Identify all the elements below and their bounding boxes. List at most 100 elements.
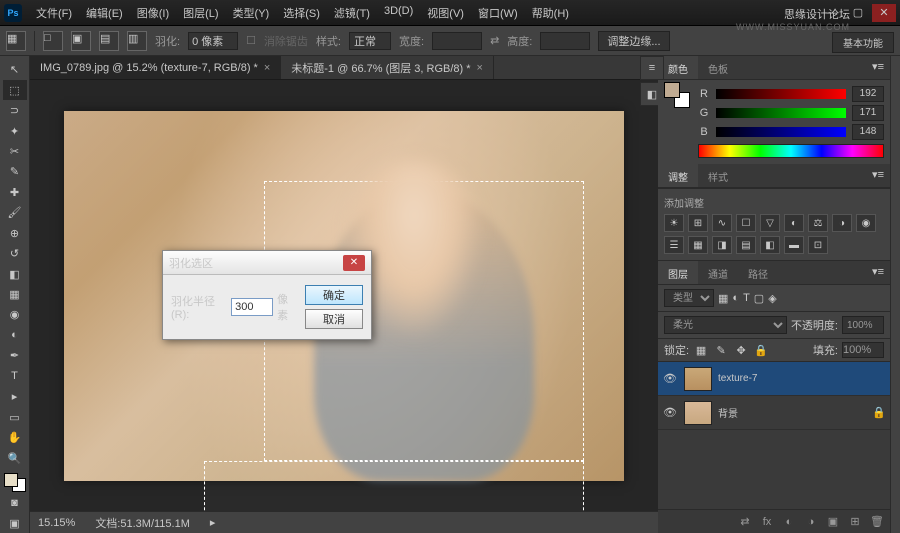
move-tool-icon[interactable]: ↖ xyxy=(3,60,27,79)
new-group-icon[interactable]: ▣ xyxy=(824,513,842,531)
dialog-title-bar[interactable]: 羽化选区 ✕ xyxy=(163,251,371,275)
paths-tab[interactable]: 路径 xyxy=(738,261,778,284)
spectrum-ramp[interactable] xyxy=(698,144,884,158)
brush-tool-icon[interactable]: 🖌 xyxy=(3,203,27,222)
layer-name[interactable]: 背景 xyxy=(718,405,866,420)
layer-filter-select[interactable]: 类型 xyxy=(664,289,714,307)
new-adj-layer-icon[interactable]: ◑ xyxy=(802,513,820,531)
r-slider[interactable] xyxy=(716,89,846,99)
path-select-tool-icon[interactable]: ▸ xyxy=(3,387,27,406)
channelmixer-adj-icon[interactable]: ☰ xyxy=(664,236,684,254)
colorlookup-adj-icon[interactable]: ▦ xyxy=(688,236,708,254)
tool-preset-icon[interactable]: ▦ xyxy=(6,31,26,51)
g-slider[interactable] xyxy=(716,108,846,118)
panel-menu-icon[interactable]: ▾≡ xyxy=(866,56,890,79)
blur-tool-icon[interactable]: ◉ xyxy=(3,305,27,324)
ok-button[interactable]: 确定 xyxy=(305,285,363,305)
filter-type-icon[interactable]: T xyxy=(743,292,750,304)
stamp-tool-icon[interactable]: ⊕ xyxy=(3,224,27,243)
hue-adj-icon[interactable]: ◐ xyxy=(784,214,804,232)
selectivecolor-adj-icon[interactable]: ⊡ xyxy=(808,236,828,254)
heal-tool-icon[interactable]: ✚ xyxy=(3,183,27,202)
swap-icon[interactable]: ⇄ xyxy=(490,34,499,47)
filter-pixel-icon[interactable]: ▦ xyxy=(718,292,728,305)
menu-help[interactable]: 帮助(H) xyxy=(526,1,575,25)
pen-tool-icon[interactable]: ✒ xyxy=(3,346,27,365)
menu-file[interactable]: 文件(F) xyxy=(30,1,78,25)
layer-mask-icon[interactable]: ◐ xyxy=(780,513,798,531)
visibility-icon[interactable]: 👁 xyxy=(662,406,678,419)
layer-row[interactable]: 👁 texture-7 xyxy=(658,362,890,396)
eyedropper-tool-icon[interactable]: ✎ xyxy=(3,162,27,181)
swatches-tab[interactable]: 色板 xyxy=(698,56,738,79)
marquee-tool-icon[interactable]: ⬚ xyxy=(3,80,27,99)
blend-mode-select[interactable]: 柔光 xyxy=(664,316,787,334)
screenmode-icon[interactable]: ▣ xyxy=(3,514,27,533)
marquee-mode-new-icon[interactable]: □ xyxy=(43,31,63,51)
foreground-background-swatch[interactable] xyxy=(664,82,690,108)
cancel-button[interactable]: 取消 xyxy=(305,309,363,329)
filter-smart-icon[interactable]: ◈ xyxy=(768,292,776,305)
crop-tool-icon[interactable]: ✂ xyxy=(3,142,27,161)
menu-window[interactable]: 窗口(W) xyxy=(472,1,524,25)
shape-tool-icon[interactable]: ▭ xyxy=(3,407,27,426)
lock-all-icon[interactable]: 🔒 xyxy=(753,342,769,358)
marquee-mode-int-icon[interactable]: ▥ xyxy=(127,31,147,51)
type-tool-icon[interactable]: T xyxy=(3,367,27,386)
color-swatch[interactable] xyxy=(4,473,26,492)
menu-select[interactable]: 选择(S) xyxy=(277,1,326,25)
doc-tab-1[interactable]: IMG_0789.jpg @ 15.2% (texture-7, RGB/8) … xyxy=(30,56,281,79)
gradient-tool-icon[interactable]: ▦ xyxy=(3,285,27,304)
width-input[interactable] xyxy=(432,32,482,50)
r-value[interactable]: 192 xyxy=(852,86,884,102)
close-tab-icon[interactable]: × xyxy=(477,62,483,74)
marquee-mode-add-icon[interactable]: ▣ xyxy=(71,31,91,51)
delete-layer-icon[interactable]: 🗑 xyxy=(868,513,886,531)
link-layers-icon[interactable]: ⇄ xyxy=(736,513,754,531)
menu-3d[interactable]: 3D(D) xyxy=(378,1,419,25)
lock-pixels-icon[interactable]: ✎ xyxy=(713,342,729,358)
adjustments-tab[interactable]: 调整 xyxy=(658,164,698,187)
posterize-adj-icon[interactable]: ▤ xyxy=(736,236,756,254)
zoom-level[interactable]: 15.15% xyxy=(38,517,75,529)
vibrance-adj-icon[interactable]: ▽ xyxy=(760,214,780,232)
new-layer-icon[interactable]: ⊞ xyxy=(846,513,864,531)
quickmask-icon[interactable]: ◙ xyxy=(3,493,27,512)
menu-layer[interactable]: 图层(L) xyxy=(177,1,224,25)
menu-view[interactable]: 视图(V) xyxy=(421,1,470,25)
exposure-adj-icon[interactable]: ☐ xyxy=(736,214,756,232)
layer-row[interactable]: 👁 背景 🔒 xyxy=(658,396,890,430)
visibility-icon[interactable]: 👁 xyxy=(662,372,678,385)
brightness-adj-icon[interactable]: ☀ xyxy=(664,214,684,232)
layer-thumb[interactable] xyxy=(684,367,712,391)
status-arrow-icon[interactable]: ▸ xyxy=(210,516,216,529)
g-value[interactable]: 171 xyxy=(852,105,884,121)
hand-tool-icon[interactable]: ✋ xyxy=(3,428,27,447)
history-brush-tool-icon[interactable]: ↺ xyxy=(3,244,27,263)
opacity-input[interactable] xyxy=(842,316,884,334)
refine-edge-button[interactable]: 调整边缘... xyxy=(598,31,669,51)
gradientmap-adj-icon[interactable]: ▬ xyxy=(784,236,804,254)
panel-menu-icon[interactable]: ▾≡ xyxy=(866,164,890,187)
levels-adj-icon[interactable]: ⊞ xyxy=(688,214,708,232)
dodge-tool-icon[interactable]: ◐ xyxy=(3,326,27,345)
photofilter-adj-icon[interactable]: ◉ xyxy=(856,214,876,232)
panel-menu-icon[interactable]: ▾≡ xyxy=(866,261,890,284)
layer-fx-icon[interactable]: fx xyxy=(758,513,776,531)
eraser-tool-icon[interactable]: ◧ xyxy=(3,264,27,283)
filter-shape-icon[interactable]: ▢ xyxy=(754,292,764,305)
wand-tool-icon[interactable]: ✦ xyxy=(3,121,27,140)
zoom-tool-icon[interactable]: 🔍 xyxy=(3,448,27,467)
lock-position-icon[interactable]: ✥ xyxy=(733,342,749,358)
close-icon[interactable]: ✕ xyxy=(872,4,896,22)
feather-input[interactable]: 0 像素 xyxy=(188,32,238,50)
bw-adj-icon[interactable]: ◑ xyxy=(832,214,852,232)
lasso-tool-icon[interactable]: ⊃ xyxy=(3,101,27,120)
layer-thumb[interactable] xyxy=(684,401,712,425)
menu-filter[interactable]: 滤镜(T) xyxy=(328,1,376,25)
history-panel-icon[interactable]: ≡ xyxy=(640,56,664,80)
styles-tab[interactable]: 样式 xyxy=(698,164,738,187)
colorbalance-adj-icon[interactable]: ⚖ xyxy=(808,214,828,232)
layer-name[interactable]: texture-7 xyxy=(718,373,886,384)
channels-tab[interactable]: 通道 xyxy=(698,261,738,284)
